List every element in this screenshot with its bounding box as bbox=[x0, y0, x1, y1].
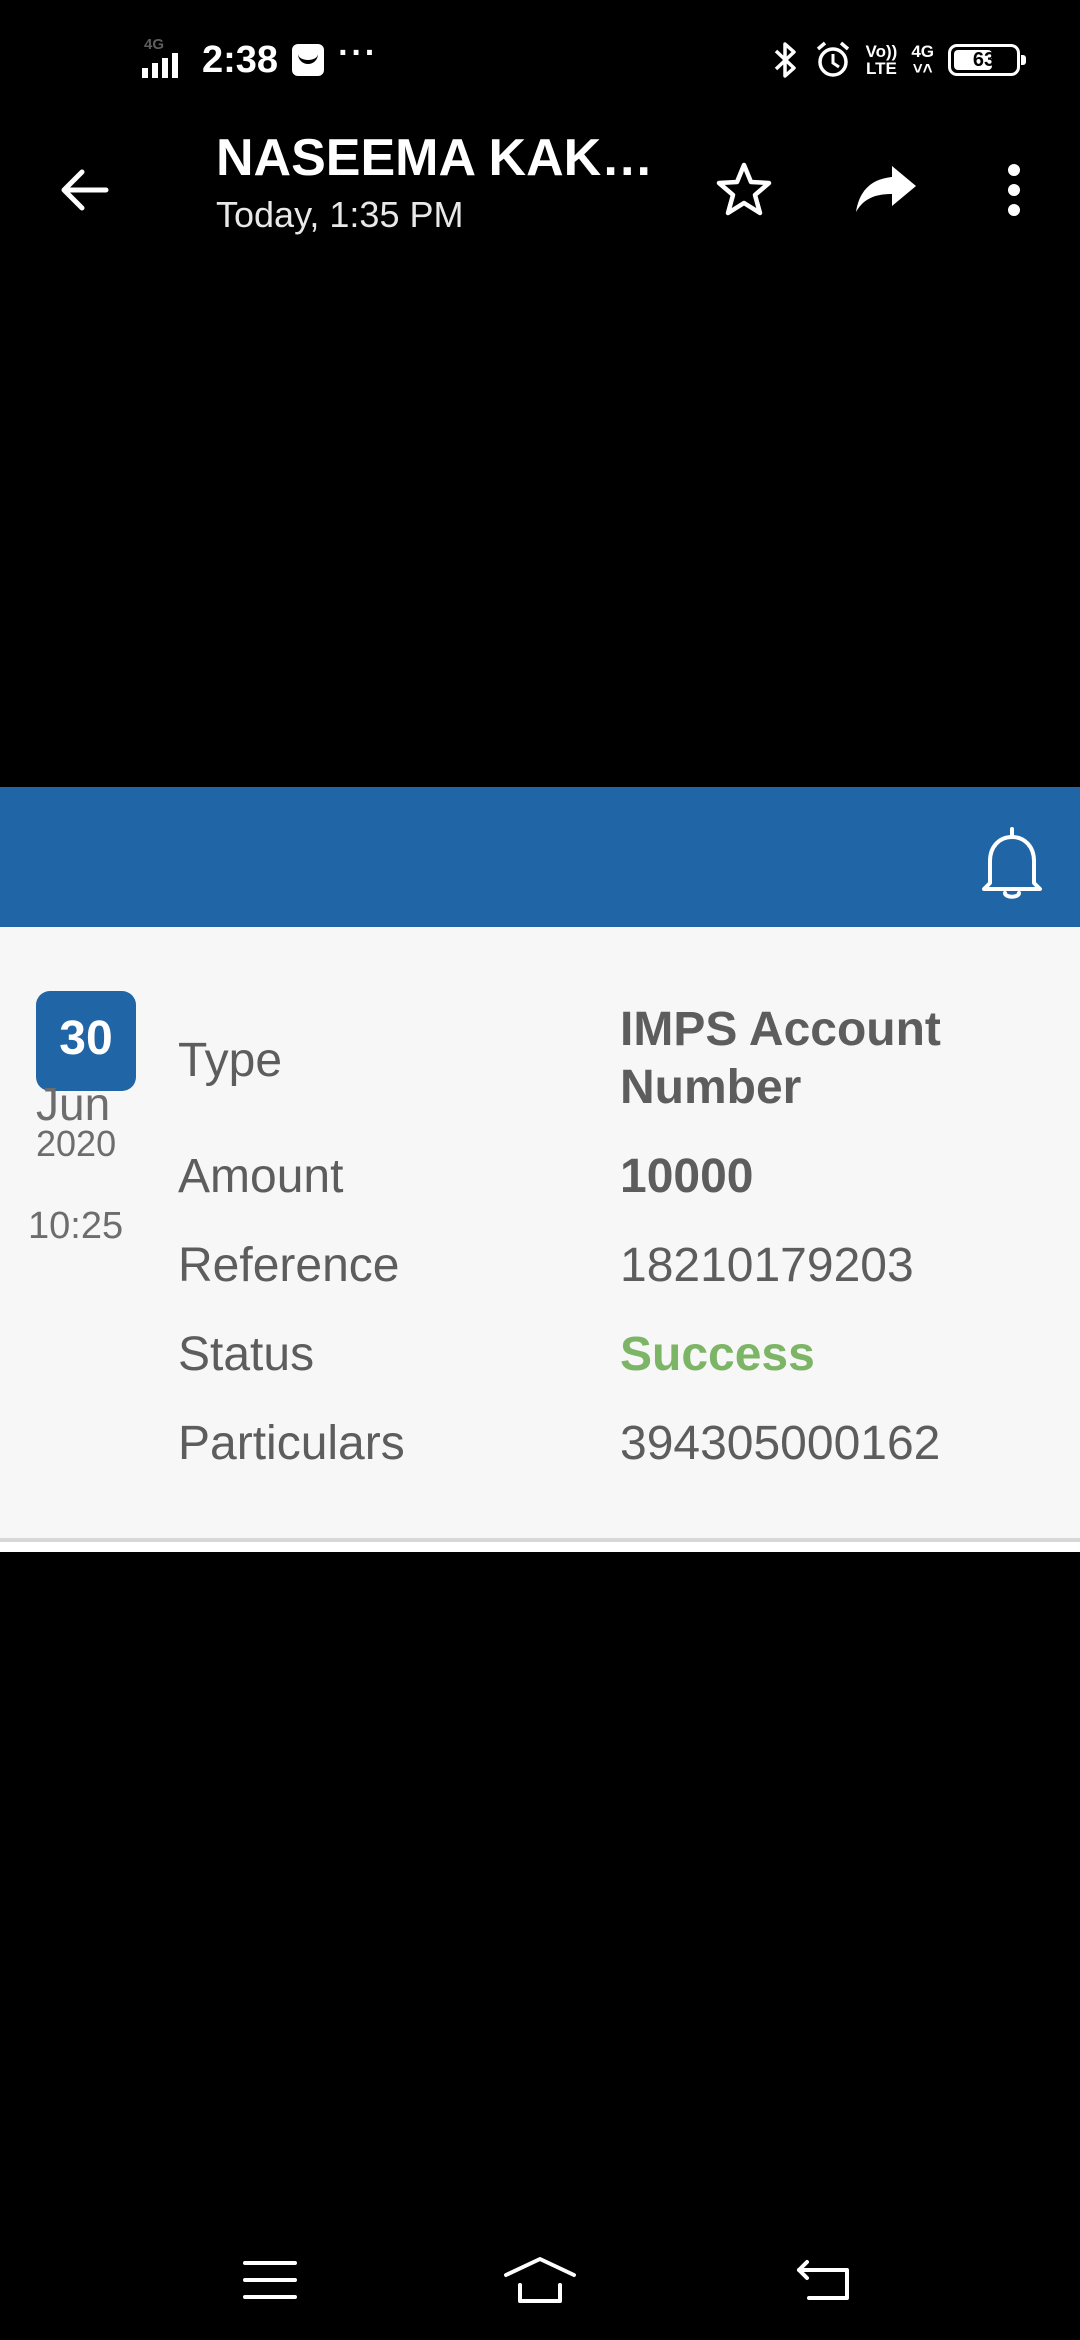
transaction-time: 10:25 bbox=[28, 1205, 124, 1247]
date-day-badge: 30 bbox=[36, 991, 136, 1091]
volte-icon: Vo)) LTE bbox=[866, 43, 898, 77]
star-button[interactable] bbox=[704, 150, 784, 230]
share-button[interactable] bbox=[846, 150, 926, 230]
reference-label: Reference bbox=[178, 1239, 400, 1292]
type-label: Type bbox=[178, 1034, 283, 1087]
home-button[interactable] bbox=[490, 2240, 590, 2320]
star-icon bbox=[716, 162, 772, 216]
volte-line-1: Vo)) bbox=[865, 42, 898, 61]
menu-icon bbox=[243, 2261, 297, 2299]
notification-header-bar bbox=[0, 787, 1080, 927]
share-icon bbox=[856, 166, 916, 212]
data-network-label: 4G bbox=[911, 42, 934, 61]
particulars-label: Particulars bbox=[178, 1417, 405, 1470]
amount-value: 10000 bbox=[620, 1150, 754, 1203]
type-value: IMPS Account Number bbox=[620, 1003, 941, 1114]
data-network-icon: 4G ˅˄ bbox=[911, 43, 934, 77]
status-bar-right: Vo)) LTE 4G ˅˄ 63 bbox=[772, 36, 1026, 84]
back-button[interactable] bbox=[44, 150, 124, 230]
volte-line-2: LTE bbox=[865, 59, 897, 78]
bluetooth-icon bbox=[774, 42, 796, 78]
amount-label: Amount bbox=[178, 1150, 344, 1203]
status-bar-left: 4G 2:38 ··· bbox=[140, 34, 378, 86]
more-vert-icon bbox=[1008, 164, 1020, 216]
transaction-card: 30 Jun 2020 10:25 Type IMPS Account Numb… bbox=[0, 927, 1080, 1544]
reference-value: 18210179203 bbox=[620, 1239, 914, 1292]
more-notifications-icon: ··· bbox=[338, 33, 379, 72]
conversation-toolbar: NASEEMA KAKK... Today, 1:35 PM bbox=[0, 120, 1080, 250]
status-bar: 4G 2:38 ··· Vo)) LTE 4G ˅˄ 63 bbox=[0, 0, 1080, 120]
card-divider bbox=[0, 1538, 1080, 1552]
more-options-button[interactable] bbox=[974, 150, 1054, 230]
home-icon bbox=[504, 2257, 576, 2303]
back-nav-button[interactable] bbox=[774, 2240, 874, 2320]
message-timestamp: Today, 1:35 PM bbox=[216, 194, 464, 235]
network-type-label: 4G bbox=[144, 36, 165, 53]
alarm-icon bbox=[816, 41, 849, 77]
battery-percent: 63 bbox=[972, 48, 996, 71]
bell-icon bbox=[982, 827, 1042, 899]
battery-icon: 63 bbox=[948, 44, 1026, 76]
clock-time: 2:38 bbox=[202, 38, 279, 81]
back-icon bbox=[797, 2260, 849, 2300]
status-label: Status bbox=[178, 1328, 315, 1381]
signal-icon: 4G bbox=[140, 36, 188, 82]
status-value: Success bbox=[620, 1328, 815, 1381]
message-icon bbox=[292, 44, 325, 76]
system-nav-bar bbox=[0, 2220, 1080, 2340]
particulars-value: 394305000162 bbox=[620, 1417, 941, 1470]
sender-title: NASEEMA KAKK... bbox=[216, 129, 676, 187]
recent-apps-button[interactable] bbox=[220, 2240, 320, 2320]
back-arrow-icon bbox=[61, 169, 109, 211]
data-activity-arrows: ˅˄ bbox=[912, 59, 933, 78]
date-year: 2020 bbox=[36, 1123, 117, 1164]
